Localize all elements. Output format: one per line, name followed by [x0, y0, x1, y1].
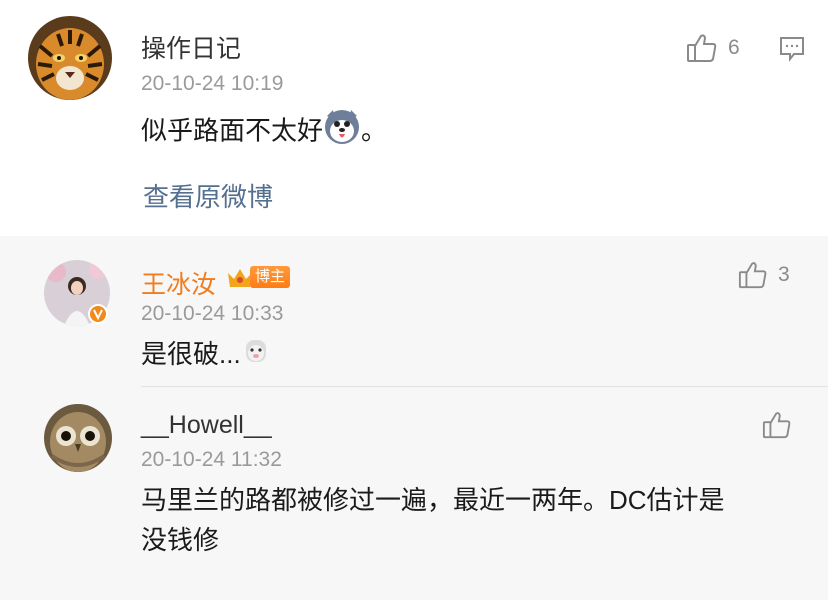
verified-icon	[88, 304, 108, 329]
comment-text: 似乎路面不太好 。	[141, 108, 387, 157]
username[interactable]: 王冰汝	[141, 265, 216, 301]
badge-label: 博主	[250, 266, 291, 288]
like-count: 3	[778, 263, 790, 286]
replies-section: 王冰汝 博主 20-10-24 10:33 是很破... 3 __Howell_…	[0, 236, 828, 600]
reply-text-line1: 马里兰的路都被修过一遍，最近一两年。DC估计是	[141, 485, 725, 515]
reply-text-body: 是很破...	[141, 339, 241, 369]
like-button[interactable]	[762, 410, 792, 440]
thumb-up-icon	[762, 412, 791, 439]
like-count: 6	[728, 36, 740, 59]
sheep-emoji	[241, 336, 271, 377]
username[interactable]: 操作日记	[141, 29, 241, 65]
reply-text-line2: 没钱修	[141, 525, 220, 555]
like-button[interactable]: 6	[686, 32, 740, 64]
thumb-up-icon	[687, 34, 717, 62]
main-comment: 操作日记 20-10-24 10:19 似乎路面不太好 。 查看原微博 6	[0, 0, 828, 236]
tiger-avatar[interactable]	[28, 16, 112, 100]
reply-text: 是很破...	[141, 334, 271, 377]
comment-icon[interactable]	[778, 34, 806, 67]
comment-text-suffix: 。	[361, 115, 388, 146]
comment-text-body: 似乎路面不太好	[141, 115, 324, 146]
husky-emoji	[323, 108, 361, 157]
timestamp: 20-10-24 10:19	[141, 72, 284, 95]
thumb-up-icon	[738, 262, 767, 289]
blogger-badge: 博主	[226, 265, 291, 289]
divider	[141, 386, 828, 387]
timestamp: 20-10-24 10:33	[141, 302, 284, 325]
username[interactable]: __Howell__	[141, 411, 272, 440]
like-button[interactable]: 3	[738, 260, 790, 290]
owl-avatar[interactable]	[44, 404, 112, 472]
timestamp: 20-10-24 11:32	[141, 448, 282, 471]
view-original-link[interactable]: 查看原微博	[143, 177, 273, 214]
